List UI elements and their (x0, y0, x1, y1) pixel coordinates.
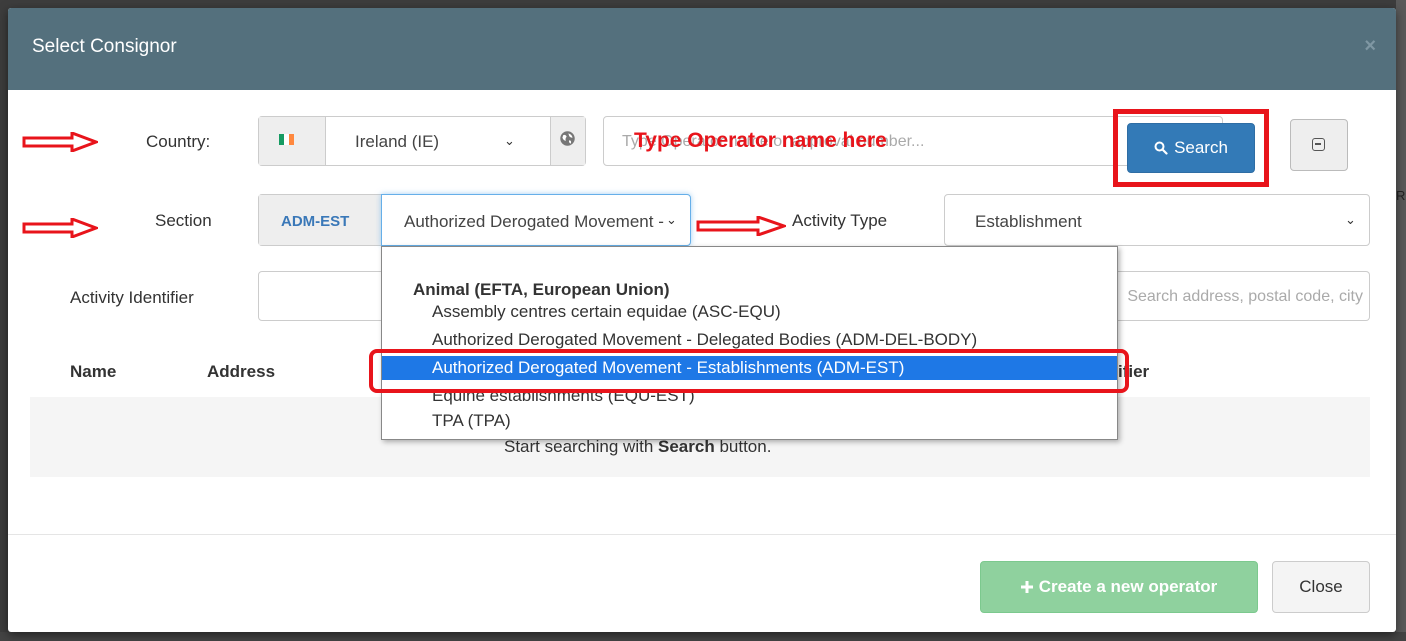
dropdown-group-label: Animal (EFTA, European Union) (413, 280, 670, 299)
empty-state-text: Start searching with Search button. (504, 437, 772, 456)
address-input[interactable]: Search address, postal code, city (1108, 271, 1370, 321)
select-consignor-modal: Select Consignor × Country: Ireland (IE)… (8, 8, 1396, 632)
section-label: Section (155, 211, 212, 230)
section-dropdown-list: Animal (EFTA, European Union) Assembly c… (381, 246, 1118, 440)
section-select-value: Authorized Derogated Movement - Establis… (404, 212, 664, 231)
close-icon[interactable]: × (1364, 36, 1376, 56)
create-operator-label: Create a new operator (1038, 577, 1218, 596)
country-label: Country: (146, 132, 211, 151)
column-header-name[interactable]: Name (70, 362, 116, 382)
ireland-flag-icon (279, 134, 294, 145)
country-select-group: Ireland (IE) ⌄ (258, 116, 586, 166)
country-select[interactable]: Ireland (IE) (355, 132, 439, 152)
annotation-arrow-icon (22, 132, 98, 152)
annotation-arrow-icon (22, 218, 98, 238)
activity-identifier-input[interactable] (258, 271, 388, 321)
dropdown-option[interactable]: TPA (TPA) (382, 409, 1117, 433)
globe-button[interactable] (550, 117, 585, 165)
section-code: ADM-EST (281, 213, 350, 230)
section-code-addon: ADM-EST (259, 195, 382, 245)
section-select[interactable]: Authorized Derogated Movement - Establis… (381, 194, 691, 246)
section-select-group: ADM-EST Authorized Derogated Movement - … (258, 194, 691, 246)
dropdown-option[interactable]: Assembly centres certain equidae (ASC-EQ… (382, 300, 1117, 324)
collapse-button[interactable] (1290, 119, 1348, 171)
backdrop-bottom (0, 632, 1406, 641)
footer-divider (8, 534, 1396, 535)
chevron-down-icon[interactable]: ⌄ (504, 133, 515, 149)
annotation-text: Type Operator name here (634, 129, 887, 152)
annotation-arrow-icon (696, 216, 786, 236)
backdrop-right (1396, 0, 1406, 641)
annotation-highlight-box (369, 349, 1129, 393)
modal-header: Select Consignor × (8, 8, 1396, 90)
activity-identifier-label: Activity Identifier (70, 288, 194, 307)
activity-type-value: Establishment (975, 212, 1082, 231)
flag-addon (259, 117, 326, 165)
activity-type-label: Activity Type (792, 211, 888, 230)
column-header-address[interactable]: Address (207, 362, 275, 382)
create-operator-button[interactable]: Create a new operator (980, 561, 1258, 613)
globe-icon (560, 131, 575, 146)
annotation-highlight-box (1113, 109, 1269, 187)
collapse-icon (1312, 138, 1325, 151)
chevron-down-icon[interactable]: ⌄ (666, 212, 677, 228)
chevron-down-icon[interactable]: ⌄ (1345, 212, 1356, 228)
activity-type-select[interactable]: Establishment ⌄ (944, 194, 1370, 246)
modal-title: Select Consignor (32, 36, 177, 57)
address-placeholder: Search address, postal code, city (1127, 288, 1363, 305)
background-text: R (1396, 188, 1406, 203)
plus-icon (1020, 581, 1033, 593)
close-button[interactable]: Close (1272, 561, 1370, 613)
